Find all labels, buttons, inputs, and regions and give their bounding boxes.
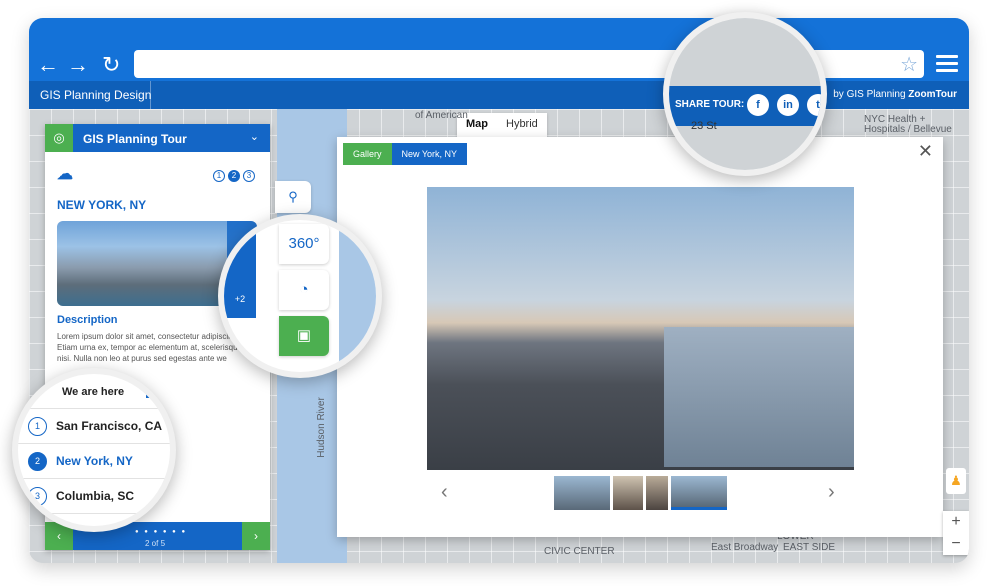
map-canvas: [669, 126, 821, 170]
stop-number: 2: [28, 452, 47, 471]
gallery-modal: Gallery New York, NY ✕ ‹ ›: [337, 137, 943, 537]
map-label: Hospitals / Bellevue: [864, 124, 952, 135]
browser-window: ← → ↻ ☆ GIS Planning Design by GIS Plann…: [29, 18, 969, 563]
gallery-thumbnails: [554, 476, 727, 510]
gallery-thumb-active[interactable]: [671, 476, 727, 510]
zoom-control: + −: [943, 511, 969, 555]
facebook-icon[interactable]: f: [747, 94, 769, 116]
gallery-thumb[interactable]: [613, 476, 643, 510]
360-icon[interactable]: 360°: [279, 224, 329, 264]
forward-icon[interactable]: →: [67, 54, 89, 76]
photo-water: [664, 327, 854, 467]
list-item[interactable]: 1 San Francisco, CA: [18, 408, 170, 443]
gallery-tabs: Gallery New York, NY: [343, 143, 468, 165]
gallery-thumb[interactable]: [554, 476, 610, 510]
city-heading: NEW YORK, NY: [57, 198, 147, 212]
footer-page: 2 of 5: [145, 539, 166, 548]
tool-rail: 360° ◔ ▣: [279, 224, 335, 362]
map-label: of American: [415, 110, 468, 121]
divider: [150, 81, 151, 109]
stop-number: 3: [28, 487, 47, 506]
river: [339, 220, 376, 372]
stops-magnifier: We are here ≡ 1 San Francisco, CA 2 New …: [12, 368, 176, 532]
back-icon[interactable]: ←: [37, 54, 59, 76]
image-icon[interactable]: ▣: [279, 316, 329, 356]
pager-dot[interactable]: 1: [213, 170, 225, 182]
description-heading: Description: [57, 314, 118, 326]
stop-pager: 1 2 3: [213, 170, 255, 182]
tab-city[interactable]: New York, NY: [391, 143, 468, 165]
zoom-out-button[interactable]: −: [943, 533, 969, 555]
stop-label: New York, NY: [56, 454, 133, 468]
map-type-control: Map Hybrid: [457, 113, 547, 137]
next-button[interactable]: ›: [242, 522, 270, 550]
stop-label: Columbia, SC: [56, 489, 135, 503]
list-icon[interactable]: ≡: [146, 384, 160, 398]
panel-header[interactable]: ◎ GIS Planning Tour ⌄: [45, 124, 270, 152]
pager-dot[interactable]: 3: [243, 170, 255, 182]
description-text: Lorem ipsum dolor sit amet, consectetur …: [57, 332, 253, 363]
close-icon[interactable]: ✕: [918, 141, 933, 162]
chevron-down-icon[interactable]: ⌄: [250, 130, 259, 143]
map-label: 23 St: [691, 120, 717, 132]
reload-icon[interactable]: ↻: [102, 54, 120, 76]
gallery-next-icon[interactable]: ›: [828, 481, 835, 504]
we-are-here-label: We are here: [62, 386, 125, 398]
stop-label: San Francisco, CA: [56, 419, 163, 433]
linkedin-icon[interactable]: in: [777, 94, 799, 116]
gallery-photo: [427, 187, 854, 470]
gallery-prev-icon[interactable]: ‹: [441, 481, 448, 504]
map-canvas: [669, 18, 821, 86]
map-label: Hudson River: [315, 397, 327, 458]
map-label: East Broadway: [711, 542, 779, 553]
more-photos-badge[interactable]: +2: [224, 228, 256, 318]
share-label: SHARE TOUR:: [675, 99, 745, 110]
tour-logo: ☁: [57, 166, 73, 183]
tab-gallery[interactable]: Gallery: [343, 143, 392, 165]
map-type-hybrid[interactable]: Hybrid: [497, 113, 547, 137]
list-item[interactable]: 2 New York, NY: [18, 443, 170, 478]
list-item[interactable]: 3 Columbia, SC: [18, 478, 170, 513]
gallery-thumb[interactable]: [646, 476, 668, 510]
pin-icon[interactable]: ⚲: [275, 181, 311, 213]
star-icon[interactable]: ☆: [900, 52, 918, 77]
byline: by GIS Planning ZoomTour: [833, 89, 957, 100]
browser-chrome: ← → ↻ ☆: [29, 18, 969, 81]
map-label: CIVIC CENTER: [544, 546, 615, 557]
footer-dots: ● ● ● ● ● ●: [135, 529, 188, 535]
person-icon[interactable]: ♟: [946, 468, 966, 494]
stop-list: We are here ≡ 1 San Francisco, CA 2 New …: [18, 384, 170, 526]
compass-icon: ◎: [45, 124, 73, 152]
pie-chart-icon[interactable]: ◔: [279, 270, 329, 310]
zoom-in-button[interactable]: +: [943, 511, 969, 533]
pager-dot[interactable]: 2: [228, 170, 240, 182]
stop-number: 1: [28, 417, 47, 436]
twitter-icon[interactable]: t: [807, 94, 821, 116]
panel-title: GIS Planning Tour: [83, 132, 187, 146]
app-bar: GIS Planning Design by GIS Planning Zoom…: [29, 81, 969, 109]
tools-magnifier: +2 360° ◔ ▣: [218, 214, 382, 378]
menu-icon[interactable]: [936, 55, 958, 76]
map-label: EAST SIDE: [783, 542, 836, 553]
app-brand: GIS Planning Design: [40, 88, 152, 102]
share-magnifier: SHARE TOUR: f in t 23 St: [663, 12, 827, 176]
